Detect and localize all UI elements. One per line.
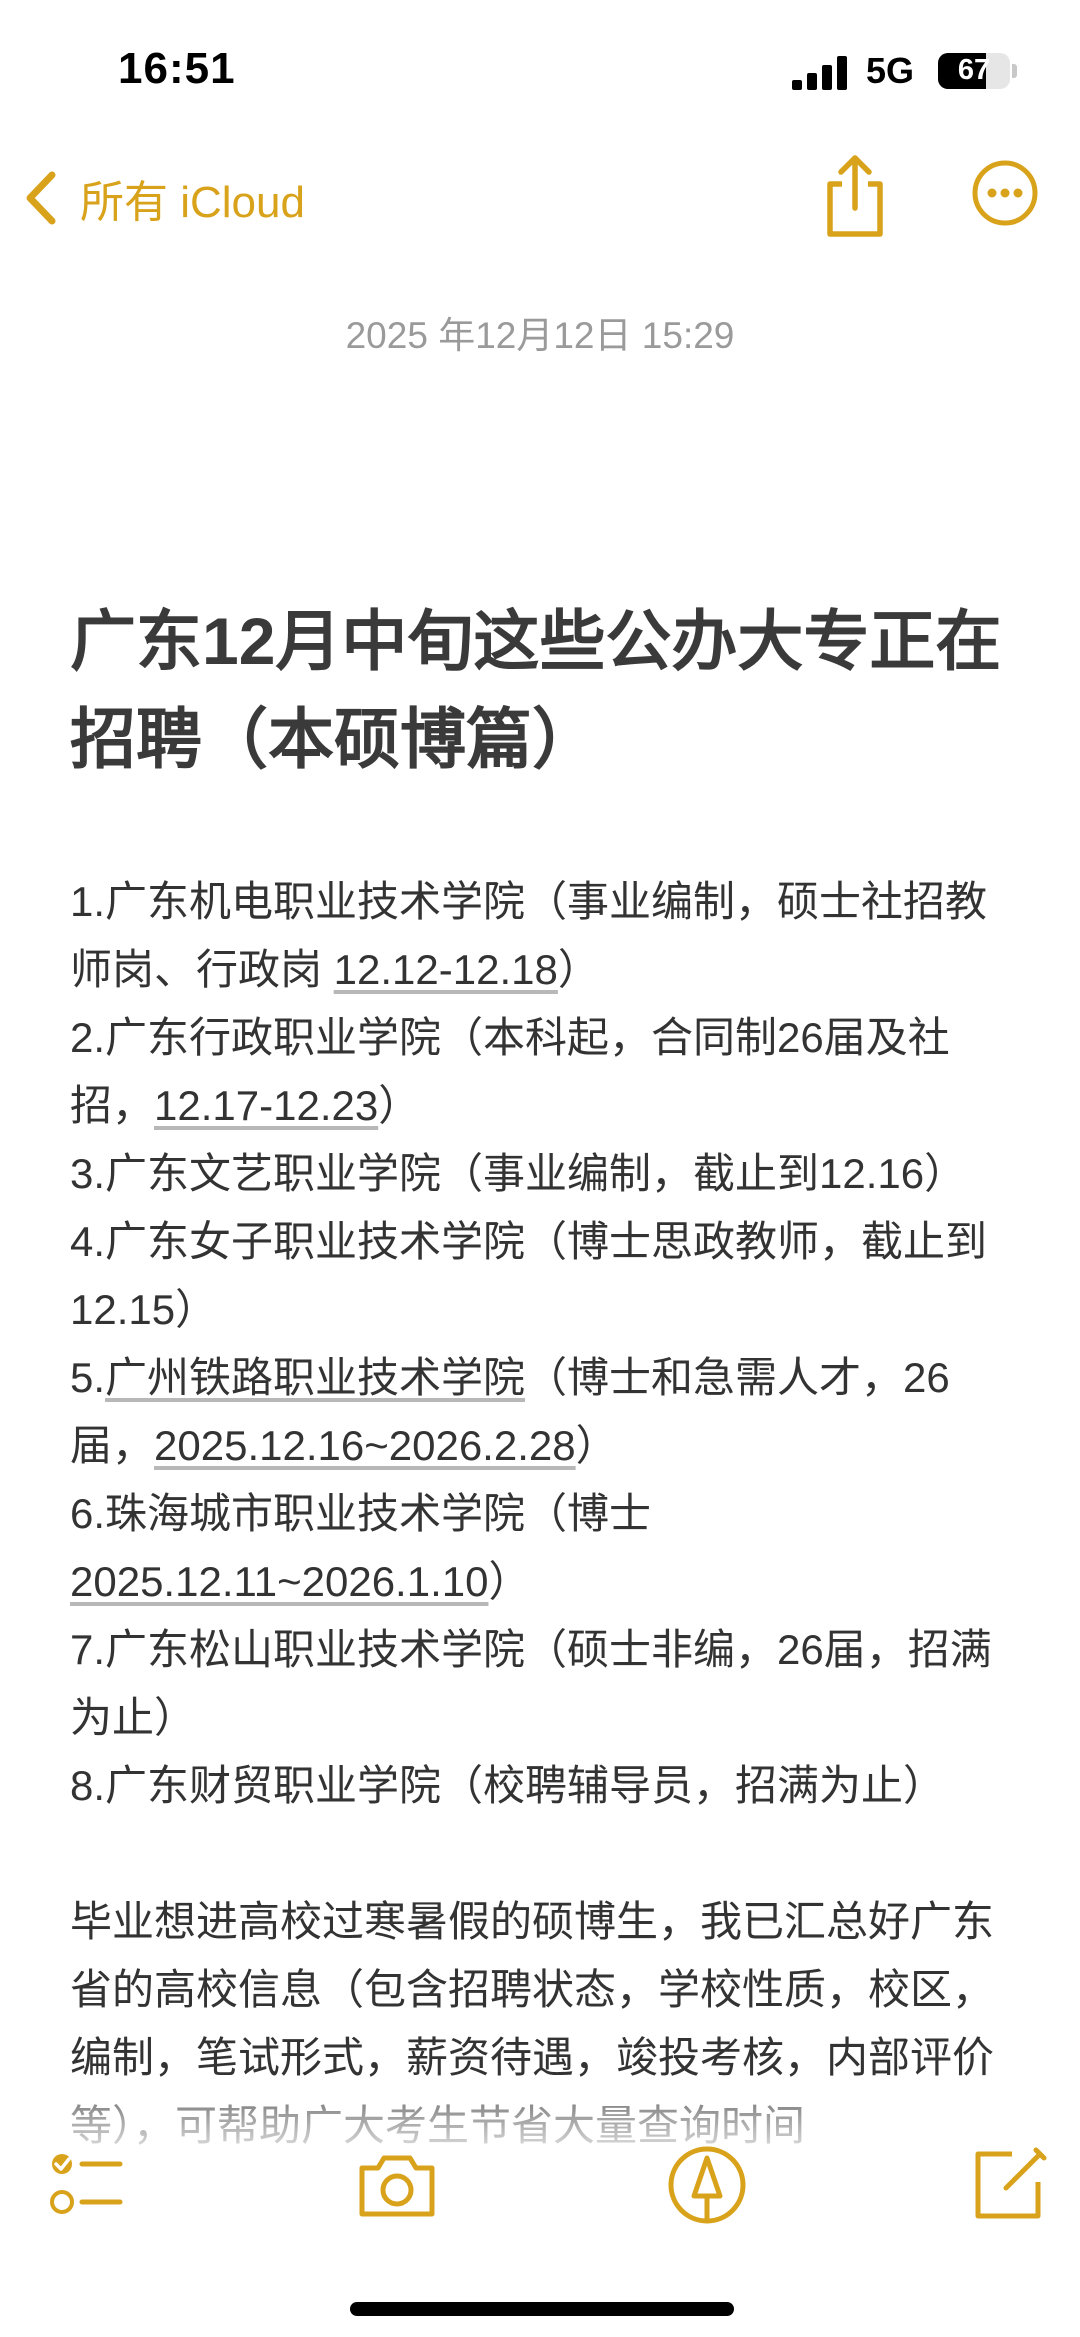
status-bar: 16:51 5G 67 [0,0,1080,140]
school-link[interactable]: 广州铁路职业技术学院 [105,1354,525,1401]
list-item: 5.广州铁路职业技术学院（博士和急需人才，26届，2025.12.16~2026… [70,1354,950,1469]
date-link[interactable]: 2025.12.16~2026.2.28 [154,1422,576,1469]
camera-icon[interactable] [352,2140,442,2230]
network-type: 5G [866,50,915,91]
list-item: 4.广东女子职业技术学院（博士思政教师，截止到12.15） [70,1218,988,1333]
list-item: 1.广东机电职业技术学院（事业编制，硕士社招教师岗、行政岗 12.12-12.1… [70,878,988,993]
cellular-signal-icon [792,56,847,90]
battery-icon: 67 [938,53,1010,89]
list-item: 7.广东松山职业技术学院（硕士非编，26届，招满为止） [70,1626,992,1741]
bottom-toolbar [0,2140,1080,2250]
status-time: 16:51 [118,44,236,93]
note-title[interactable]: 广东12月中旬这些公办大专正在招聘（本硕博篇） [70,592,1030,788]
list-item: 6.珠海城市职业技术学院（博士2025.12.11~2026.1.10） [70,1490,652,1605]
date-link[interactable]: 2025.12.11~2026.1.10 [70,1558,488,1605]
pen-markup-icon[interactable] [662,2140,752,2230]
list-item: 8.广东财贸职业学院（校聘辅导员，招满为止） [70,1762,946,1809]
back-button[interactable]: 所有 iCloud [22,158,305,238]
home-indicator[interactable] [350,2302,734,2316]
back-label: 所有 iCloud [80,178,305,227]
list-item: 3.广东文艺职业学院（事业编制，截止到12.16） [70,1150,967,1197]
list-item: 2.广东行政职业学院（本科起，合同制26届及社招，12.17-12.23） [70,1014,950,1129]
note-date: 2025 年12月12日 15:29 [345,315,735,356]
ellipsis-circle-icon[interactable] [970,158,1040,228]
battery-tip [1012,64,1017,78]
share-icon[interactable] [818,150,892,240]
checklist-icon[interactable] [40,2140,130,2230]
battery-percent: 67 [957,54,991,86]
compose-icon[interactable] [962,2140,1052,2230]
nav-bar: 所有 iCloud [0,150,1080,250]
note-body[interactable]: 1.广东机电职业技术学院（事业编制，硕士社招教师岗、行政岗 12.12-12.1… [70,868,1010,2160]
date-link[interactable]: 12.12-12.18 [334,946,558,993]
chevron-left-icon [26,171,56,225]
date-link[interactable]: 12.17-12.23 [154,1082,378,1129]
